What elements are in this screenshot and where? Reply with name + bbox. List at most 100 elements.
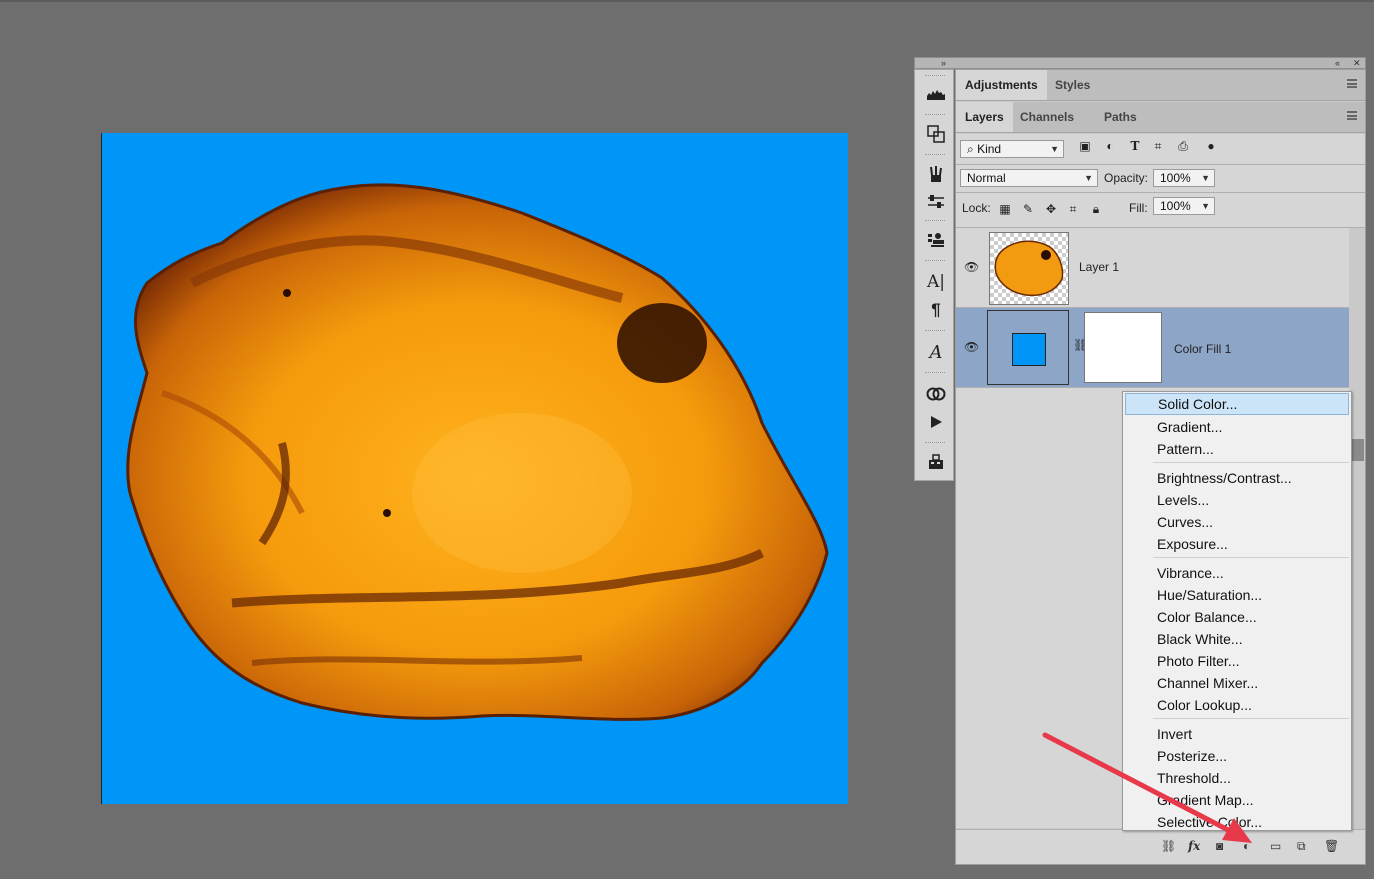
- panel-titlebar[interactable]: » « ✕: [914, 57, 1366, 69]
- adjustment-icon[interactable]: ◐: [1243, 839, 1250, 853]
- grip[interactable]: [925, 75, 945, 78]
- menu-item-exposure[interactable]: Exposure...: [1125, 533, 1349, 555]
- tab-styles[interactable]: Styles: [1046, 70, 1099, 100]
- amber-stone-image: [126, 183, 829, 721]
- actions-play-icon[interactable]: [923, 410, 949, 434]
- menu-separator: [1153, 462, 1349, 463]
- grip[interactable]: [925, 154, 945, 157]
- menu-item-solid-color[interactable]: Solid Color...: [1125, 393, 1349, 415]
- menu-item-pattern[interactable]: Pattern...: [1125, 438, 1349, 460]
- menu-item-black-white[interactable]: Black White...: [1125, 628, 1349, 650]
- adjustments-tabbar: Adjustments Styles: [956, 70, 1365, 101]
- panel-menu-icon[interactable]: [1347, 79, 1357, 88]
- lock-brush-icon[interactable]: ✎: [1019, 202, 1037, 216]
- fx-icon[interactable]: fx: [1188, 839, 1200, 853]
- menu-item-brightness-contrast[interactable]: Brightness/Contrast...: [1125, 467, 1349, 489]
- eye-icon[interactable]: 👁︎: [964, 340, 979, 354]
- menu-item-levels[interactable]: Levels...: [1125, 489, 1349, 511]
- menu-separator: [1153, 557, 1349, 558]
- menu-item-gradient-map[interactable]: Gradient Map...: [1125, 789, 1349, 811]
- menu-item-hue-saturation[interactable]: Hue/Saturation...: [1125, 584, 1349, 606]
- trash-icon[interactable]: 🗑︎: [1324, 839, 1339, 853]
- tab-adjustments[interactable]: Adjustments: [956, 70, 1047, 100]
- filter-type-icon[interactable]: T: [1126, 139, 1144, 153]
- brushes-icon[interactable]: [923, 162, 949, 186]
- 3d-icon[interactable]: [923, 450, 949, 474]
- layer-row-selected[interactable]: 👁︎ ⛓︎ Color Fill 1: [956, 308, 1349, 388]
- opacity-field[interactable]: 100% ▼: [1153, 169, 1215, 187]
- layer-name[interactable]: Layer 1: [1079, 260, 1119, 274]
- fill-label: Fill:: [1129, 201, 1148, 215]
- layers-tabbar: Layers Channels Paths: [956, 102, 1365, 133]
- blend-mode-value: Normal: [967, 171, 1006, 185]
- clone-source-icon[interactable]: [923, 228, 949, 252]
- chevron-down-icon[interactable]: ▼: [1201, 170, 1210, 186]
- collapse-icon[interactable]: «: [1335, 57, 1340, 69]
- filter-shape-icon[interactable]: ⌗: [1149, 139, 1167, 154]
- lock-move-icon[interactable]: ✥: [1042, 202, 1060, 216]
- lock-artboard-icon[interactable]: ⌗: [1064, 202, 1082, 217]
- close-icon[interactable]: ✕: [1353, 57, 1361, 69]
- navigator-icon[interactable]: [923, 122, 949, 146]
- filter-pixel-icon[interactable]: ▣: [1076, 139, 1094, 153]
- histogram-icon[interactable]: [923, 82, 949, 106]
- grip[interactable]: [925, 114, 945, 117]
- menu-item-posterize[interactable]: Posterize...: [1125, 745, 1349, 767]
- menu-item-vibrance[interactable]: Vibrance...: [1125, 562, 1349, 584]
- expand-icon[interactable]: »: [941, 57, 946, 69]
- menu-item-color-lookup[interactable]: Color Lookup...: [1125, 694, 1349, 716]
- layer-thumbnail[interactable]: [989, 232, 1069, 305]
- character-icon[interactable]: A|: [923, 270, 949, 294]
- layer-mask-thumbnail[interactable]: [1084, 312, 1162, 383]
- filter-kind-select[interactable]: ⌕ Kind ▼: [960, 140, 1064, 158]
- tab-channels[interactable]: Channels: [1011, 102, 1083, 132]
- chevron-down-icon[interactable]: ▼: [1201, 198, 1210, 214]
- link-icon[interactable]: ⛓︎: [1161, 839, 1176, 853]
- layers-panel-menu-icon[interactable]: [1347, 111, 1357, 120]
- lock-transparent-icon[interactable]: ▦: [996, 202, 1014, 216]
- lock-all-icon[interactable]: 🔒︎: [1087, 202, 1105, 217]
- grip[interactable]: [925, 220, 945, 223]
- menu-item-gradient[interactable]: Gradient...: [1125, 416, 1349, 438]
- opacity-value: 100%: [1160, 171, 1191, 185]
- menu-item-curves[interactable]: Curves...: [1125, 511, 1349, 533]
- folder-icon[interactable]: ▭: [1270, 839, 1281, 853]
- layers-scrollbar[interactable]: [1350, 228, 1364, 828]
- menu-item-invert[interactable]: Invert: [1125, 723, 1349, 745]
- filter-smart-object-icon[interactable]: ⎙: [1174, 139, 1192, 154]
- fill-field[interactable]: 100% ▼: [1153, 197, 1215, 215]
- filter-adjustment-icon[interactable]: ◐: [1101, 139, 1119, 153]
- tab-layers[interactable]: Layers: [956, 102, 1013, 132]
- adjustment-layer-menu: Solid Color... Gradient... Pattern... Br…: [1122, 391, 1352, 831]
- color-swatch: [1012, 333, 1046, 366]
- grip[interactable]: [925, 442, 945, 445]
- grip[interactable]: [925, 372, 945, 375]
- grip[interactable]: [925, 260, 945, 263]
- menu-item-channel-mixer[interactable]: Channel Mixer...: [1125, 672, 1349, 694]
- scrollbar-thumb[interactable]: [1350, 439, 1364, 461]
- filter-kind-value: Kind: [977, 142, 1002, 156]
- filter-toggle-icon[interactable]: ●: [1202, 139, 1220, 153]
- tab-paths[interactable]: Paths: [1095, 102, 1146, 132]
- grip[interactable]: [925, 330, 945, 333]
- chevron-down-icon: ▼: [1050, 144, 1059, 154]
- menu-item-color-balance[interactable]: Color Balance...: [1125, 606, 1349, 628]
- workspace-top-edge: [0, 0, 1374, 2]
- lock-row: Lock: ▦ ✎ ✥ ⌗ 🔒︎ Fill: 100% ▼: [956, 193, 1365, 228]
- paragraph-icon[interactable]: ¶: [923, 298, 949, 322]
- new-layer-icon[interactable]: ⧉: [1297, 839, 1306, 854]
- document-canvas[interactable]: [102, 133, 848, 804]
- libraries-icon[interactable]: [923, 382, 949, 406]
- layer-row[interactable]: 👁︎ Layer 1: [956, 228, 1349, 308]
- brush-settings-icon[interactable]: [923, 190, 949, 214]
- opacity-label: Opacity:: [1104, 171, 1149, 185]
- layer-name[interactable]: Color Fill 1: [1174, 342, 1231, 356]
- eye-icon[interactable]: 👁︎: [964, 260, 979, 274]
- menu-item-photo-filter[interactable]: Photo Filter...: [1125, 650, 1349, 672]
- mask-icon[interactable]: ◙: [1216, 839, 1223, 853]
- glyphs-icon[interactable]: A: [923, 340, 949, 364]
- blend-mode-select[interactable]: Normal ▼: [960, 169, 1098, 187]
- menu-item-threshold[interactable]: Threshold...: [1125, 767, 1349, 789]
- fill-thumbnail[interactable]: [987, 310, 1069, 385]
- menu-item-selective-color[interactable]: Selective Color...: [1125, 811, 1349, 830]
